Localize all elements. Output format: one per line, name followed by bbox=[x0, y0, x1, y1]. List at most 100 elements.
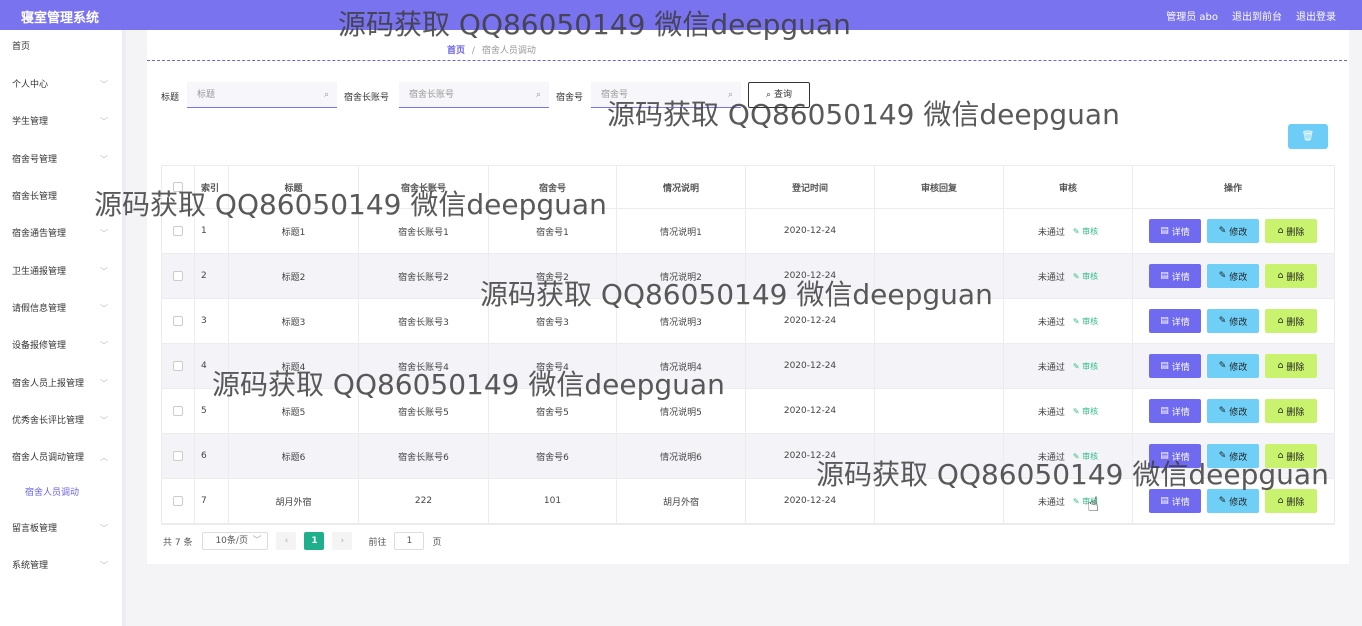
row-checkbox-cell[interactable] bbox=[162, 479, 195, 523]
trash-icon: ⌂ bbox=[1277, 271, 1284, 281]
row-checkbox[interactable] bbox=[173, 451, 183, 461]
column-header: 宿舍长账号 bbox=[359, 166, 489, 208]
back-to-frontend-link[interactable]: 退出到前台 bbox=[1232, 8, 1282, 23]
edit-button-label: 修改 bbox=[1229, 227, 1248, 238]
top-bar: 寝室管理系统 管理员 abo 退出到前台 退出登录 bbox=[0, 0, 1362, 30]
row-checkbox[interactable] bbox=[173, 226, 183, 236]
trash-icon: ⌂ bbox=[1277, 406, 1284, 416]
sidebar-item[interactable]: 宿舍人员调动 bbox=[0, 478, 122, 508]
sidebar-item[interactable]: 学生管理 ﹀ bbox=[0, 107, 122, 137]
audit-link[interactable]: ✎ 审核 bbox=[1073, 316, 1098, 327]
query-button[interactable]: ⌕ 查询 bbox=[748, 82, 810, 108]
room-search-input[interactable]: 宿舍号 ⌕ bbox=[591, 82, 741, 108]
sidebar-item-label: 宿舍人员调动管理 bbox=[12, 453, 85, 463]
detail-button[interactable]: ▤ 详情 bbox=[1149, 444, 1201, 468]
delete-button[interactable]: ⌂ 删除 bbox=[1265, 354, 1317, 378]
sidebar-item[interactable]: 宿舍人员调动管理 ︿ bbox=[0, 443, 122, 473]
cell-reply bbox=[875, 434, 1004, 478]
audit-link[interactable]: ✎ 审核 bbox=[1073, 226, 1098, 237]
sidebar-item[interactable]: 首页 bbox=[0, 32, 122, 62]
row-checkbox-cell[interactable] bbox=[162, 389, 195, 433]
breadcrumb-home[interactable]: 首页 bbox=[447, 46, 465, 56]
sidebar-item[interactable]: 宿舍长管理 ﹀ bbox=[0, 182, 122, 212]
cell-actions: ▤ 详情 ✎ 修改 ⌂ 删除 bbox=[1133, 299, 1333, 343]
chevron-down-icon: ﹀ bbox=[100, 267, 108, 276]
prev-page-button[interactable]: ‹ bbox=[276, 532, 297, 550]
goto-page-input[interactable]: 1 bbox=[394, 532, 425, 550]
search-icon: ⌕ bbox=[766, 90, 772, 100]
total-count: 共 7 条 bbox=[163, 537, 193, 548]
audit-link[interactable]: ✎ 审核 bbox=[1073, 271, 1098, 282]
edit-button[interactable]: ✎ 修改 bbox=[1207, 399, 1259, 423]
title-search-input[interactable]: 标题 ⌕ bbox=[187, 82, 337, 108]
cell-time: 2020-12-24 bbox=[746, 434, 875, 478]
delete-button[interactable]: ⌂ 删除 bbox=[1265, 444, 1317, 468]
row-checkbox[interactable] bbox=[173, 496, 183, 506]
edit-button-label: 修改 bbox=[1229, 362, 1248, 373]
detail-button[interactable]: ▤ 详情 bbox=[1149, 354, 1201, 378]
detail-button[interactable]: ▤ 详情 bbox=[1149, 264, 1201, 288]
sidebar-item-label: 系统管理 bbox=[12, 561, 49, 571]
detail-button[interactable]: ▤ 详情 bbox=[1149, 219, 1201, 243]
cell-title: 标题6 bbox=[229, 434, 359, 478]
row-checkbox-cell[interactable] bbox=[162, 209, 195, 253]
cell-title: 标题3 bbox=[229, 299, 359, 343]
cell-audit: 未通过 ✎ 审核 bbox=[1004, 254, 1133, 298]
edit-button[interactable]: ✎ 修改 bbox=[1207, 489, 1259, 513]
sidebar-item[interactable]: 留言板管理 ﹀ bbox=[0, 514, 122, 544]
row-checkbox-cell[interactable] bbox=[162, 299, 195, 343]
cell-idx: 2 bbox=[195, 254, 229, 298]
edit-button[interactable]: ✎ 修改 bbox=[1207, 264, 1259, 288]
detail-button[interactable]: ▤ 详情 bbox=[1149, 399, 1201, 423]
chevron-down-icon: ﹀ bbox=[100, 304, 108, 313]
edit-button[interactable]: ✎ 修改 bbox=[1207, 444, 1259, 468]
delete-button[interactable]: ⌂ 删除 bbox=[1265, 264, 1317, 288]
audit-link[interactable]: ✎ 审核 bbox=[1073, 361, 1098, 372]
row-checkbox-cell[interactable] bbox=[162, 434, 195, 478]
sidebar-item[interactable]: 设备报修管理 ﹀ bbox=[0, 331, 122, 361]
select-all-checkbox[interactable] bbox=[173, 182, 183, 192]
sidebar-item[interactable]: 请假信息管理 ﹀ bbox=[0, 294, 122, 324]
sidebar-item[interactable]: 卫生通报管理 ﹀ bbox=[0, 257, 122, 287]
leader-search-input[interactable]: 宿舍长账号 ⌕ bbox=[399, 82, 549, 108]
main-panel: 首页 / 宿舍人员调动 标题 标题 ⌕ 宿舍长账号 宿舍长账号 ⌕ 宿舍号 宿舍… bbox=[147, 30, 1349, 564]
cell-idx: 4 bbox=[195, 344, 229, 388]
detail-button[interactable]: ▤ 详情 bbox=[1149, 309, 1201, 333]
cell-desc: 情况说明4 bbox=[617, 344, 746, 388]
delete-button[interactable]: ⌂ 删除 bbox=[1265, 399, 1317, 423]
batch-delete-button[interactable]: 🗑 bbox=[1288, 124, 1328, 149]
logout-link[interactable]: 退出登录 bbox=[1296, 8, 1336, 23]
sidebar-item[interactable]: 宿舍人员上报管理 ﹀ bbox=[0, 369, 122, 399]
audit-link[interactable]: ✎ 审核 bbox=[1073, 406, 1098, 417]
row-checkbox[interactable] bbox=[173, 406, 183, 416]
delete-button[interactable]: ⌂ 删除 bbox=[1265, 219, 1317, 243]
cell-leader: 宿舍长账号4 bbox=[359, 344, 489, 388]
row-checkbox-cell[interactable] bbox=[162, 254, 195, 298]
current-user[interactable]: 管理员 abo bbox=[1166, 8, 1218, 23]
delete-button[interactable]: ⌂ 删除 bbox=[1265, 489, 1317, 513]
leader-filter-label: 宿舍长账号 bbox=[344, 93, 390, 103]
select-all-checkbox-cell[interactable] bbox=[162, 166, 195, 208]
detail-button[interactable]: ▤ 详情 bbox=[1149, 489, 1201, 513]
row-checkbox[interactable] bbox=[173, 271, 183, 281]
sidebar-item[interactable]: 个人中心 ﹀ bbox=[0, 70, 122, 100]
delete-button[interactable]: ⌂ 删除 bbox=[1265, 309, 1317, 333]
row-checkbox[interactable] bbox=[173, 316, 183, 326]
sidebar-item[interactable]: 优秀舍长评比管理 ﹀ bbox=[0, 406, 122, 436]
row-checkbox-cell[interactable] bbox=[162, 344, 195, 388]
sidebar-item[interactable]: 宿舍通告管理 ﹀ bbox=[0, 219, 122, 249]
audit-status: 未通过 bbox=[1037, 407, 1065, 418]
page-size-select[interactable]: 10条/页 ﹀ bbox=[202, 532, 269, 550]
audit-link[interactable]: ✎ 审核 bbox=[1073, 451, 1098, 462]
next-page-button[interactable]: › bbox=[332, 532, 353, 550]
edit-button[interactable]: ✎ 修改 bbox=[1207, 309, 1259, 333]
row-checkbox[interactable] bbox=[173, 361, 183, 371]
edit-button[interactable]: ✎ 修改 bbox=[1207, 219, 1259, 243]
edit-button[interactable]: ✎ 修改 bbox=[1207, 354, 1259, 378]
column-header: 索引 bbox=[195, 166, 229, 208]
sidebar-item-label: 宿舍人员调动 bbox=[25, 488, 80, 498]
sidebar-item[interactable]: 宿舍号管理 ﹀ bbox=[0, 145, 122, 175]
sidebar-item[interactable]: 系统管理 ﹀ bbox=[0, 551, 122, 581]
current-page-button[interactable]: 1 bbox=[304, 532, 325, 550]
edit-button-label: 修改 bbox=[1229, 497, 1248, 508]
